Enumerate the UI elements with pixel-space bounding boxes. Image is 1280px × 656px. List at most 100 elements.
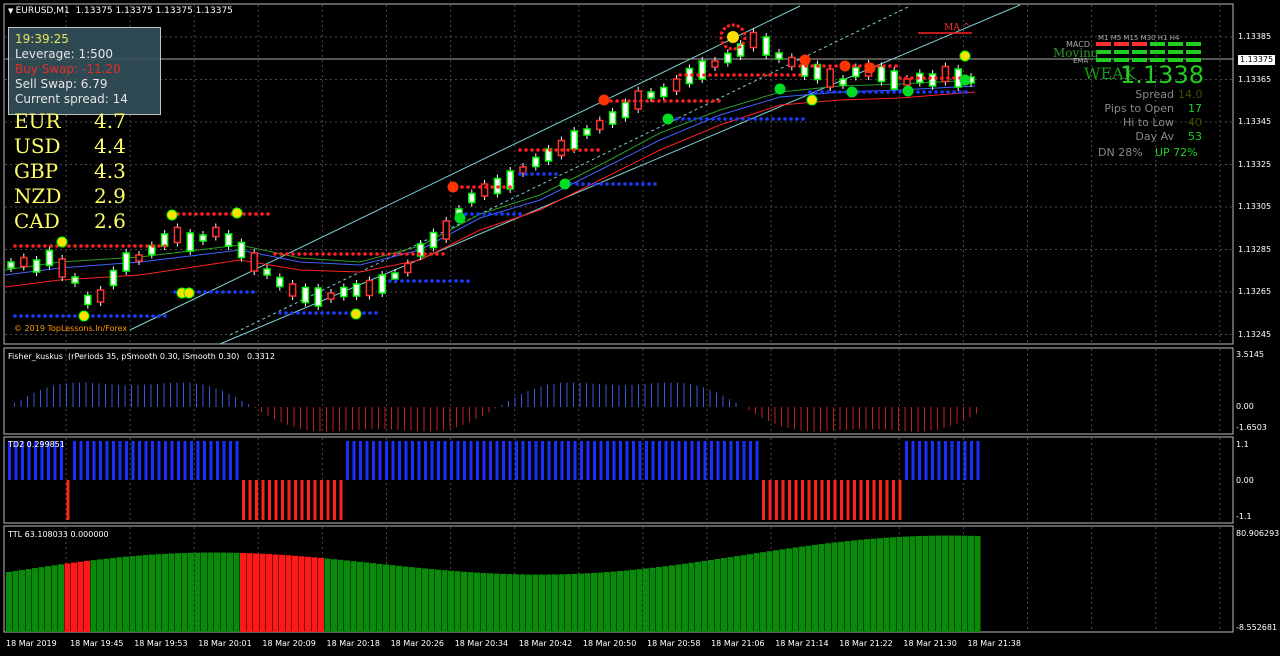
support-dots [296,311,300,315]
resistance-dots [375,252,379,256]
support-dots [163,314,167,318]
ttl-bar [896,536,903,632]
resistance-dots [651,99,655,103]
ttl-bar [948,535,955,632]
support-dots [635,182,639,186]
resistance-dots [639,99,643,103]
sell-swap-text: Sell Swap: 6.79 [15,77,108,91]
stat-dayav-value: 53 [1188,130,1202,143]
resistance-dots [37,244,41,248]
td2-bar [281,480,284,520]
ttl-bar [727,557,734,632]
ttl-bar [38,567,45,632]
support-dots [862,90,866,94]
support-dots [460,279,464,283]
support-dots [406,279,410,283]
td2-bar [645,441,648,480]
fisher-axis-top: 3.5145 [1236,350,1264,359]
resistance-dots [678,73,682,77]
support-dots [221,290,225,294]
ttl-label: TTL 63.108033 0.000000 [8,530,109,539]
ttl-bar [58,564,64,632]
strength-cad: CAD 2.6 [14,211,126,231]
td2-bar [677,441,681,480]
price-tick-label: 1.13385 [1238,32,1272,41]
td2-bar [937,441,941,480]
resistance-dots [351,252,355,256]
support-dots [874,90,878,94]
support-dots [575,182,579,186]
td2-bar [515,441,518,480]
dashboard-signal-bar [1186,42,1201,46]
support-dots [320,311,324,315]
resistance-dots [696,73,700,77]
td2-bar [170,441,174,480]
support-dots [374,311,378,315]
td2-bar [248,480,252,520]
resistance-dots [596,148,600,152]
td2-bar [151,441,154,480]
chart-canvas[interactable] [0,0,1280,656]
resistance-dots [502,185,506,189]
resistance-dots [756,73,760,77]
dashboard-timeframes: M1 M5 M15 M30 H1 H4 [1098,34,1180,42]
signal-marker [56,236,68,248]
support-dots [820,90,824,94]
candle-body [711,60,719,68]
resistance-dots [946,76,950,80]
resistance-dots [393,252,397,256]
resistance-dots [194,212,198,216]
fisher-axis-bottom: -1.6503 [1236,423,1267,432]
resistance-dots [675,99,679,103]
dashboard-signal-bar [1114,42,1129,46]
sell-signal-marker [447,181,459,193]
td2-bar [443,441,447,480]
ttl-bar [311,557,318,632]
ttl-bar [376,563,383,632]
td2-axis-bottom: -1.1 [1236,512,1252,521]
ttl-bar [123,556,129,632]
resistance-dots [828,64,832,68]
support-dots [19,314,23,318]
ttl-bar [435,569,441,632]
stat-pips-value: 17 [1188,102,1202,115]
ttl-bar [448,570,454,632]
support-dots [536,172,540,176]
ttl-bar [656,566,662,632]
support-dots [687,117,691,121]
ttl-bar [84,560,90,632]
ttl-bar [129,556,136,632]
support-dots [466,279,470,283]
resistance-dots [584,148,588,152]
ttl-bar [45,566,51,632]
resistance-dots [852,64,856,68]
resistance-dots [928,76,932,80]
candle-body [621,101,630,119]
ttl-bar [25,569,32,632]
td2-bar [320,480,323,520]
resistance-dots [441,252,445,256]
resistance-dots [888,64,892,68]
support-dots [934,90,938,94]
ttl-bar [812,544,818,632]
td2-bar [619,441,622,480]
ttl-bar [916,536,922,632]
dashboard-signal-bar [1150,42,1165,46]
ttl-bar [942,535,948,632]
signal-marker [350,308,362,320]
td2-bar [658,441,661,480]
ttl-bar [779,549,786,632]
resistance-dots [578,148,582,152]
resistance-dots [508,185,512,189]
ttl-bar [110,557,116,632]
channel-upper-line [129,5,801,331]
resistance-dots [248,212,252,216]
resistance-dots [952,76,956,80]
support-dots [245,290,249,294]
ttl-bar [552,574,558,632]
ttl-bar [584,573,591,632]
resistance-dots [466,185,470,189]
td2-bar [651,441,655,480]
dashboard-signal-bar [1150,50,1165,54]
support-dots [362,311,366,315]
